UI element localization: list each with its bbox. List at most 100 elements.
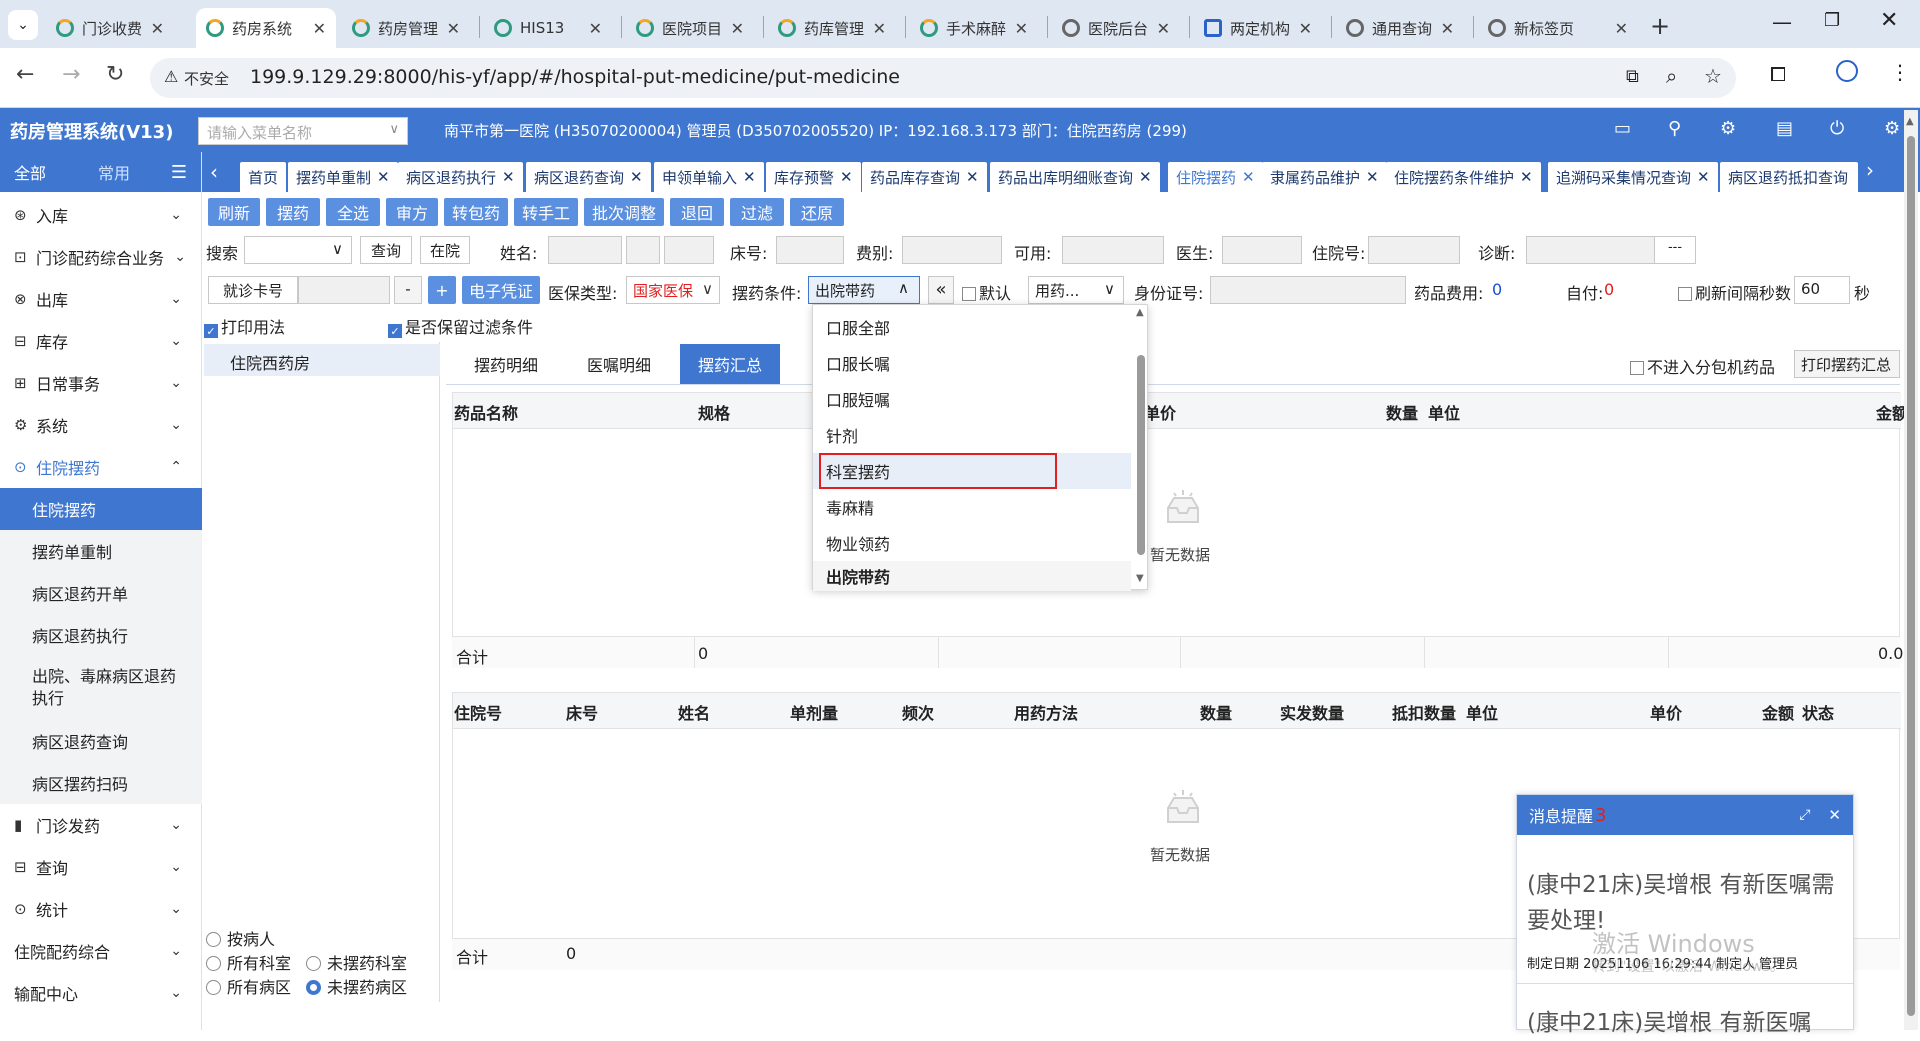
close-icon[interactable]: ✕	[313, 19, 326, 38]
review-button[interactable]: 审方	[386, 198, 438, 226]
page-tab[interactable]: 病区退药执行 ✕	[398, 162, 523, 192]
sidebar-item-system[interactable]: ⚙ 系统 ⌄	[0, 404, 202, 446]
checkbox-icon[interactable]	[1678, 287, 1692, 301]
close-icon[interactable]: ✕	[1015, 19, 1028, 38]
diagnosis-field[interactable]	[1526, 236, 1656, 264]
filter-button[interactable]: 过滤	[730, 198, 784, 226]
dropdown-scrollbar[interactable]: ▲ ▼	[1135, 305, 1148, 589]
close-icon[interactable]: ✕	[1299, 19, 1312, 38]
close-icon[interactable]: ✕	[1520, 168, 1533, 186]
sidebar-subitem[interactable]: 病区退药开单	[0, 572, 202, 614]
page-tab[interactable]: 病区退药查询 ✕	[526, 162, 651, 192]
card-number-field[interactable]	[298, 276, 390, 304]
close-icon[interactable]: ✕	[1366, 168, 1379, 186]
sidebar-item-outpatient[interactable]: ⊡ 门诊配药综合业务 ⌄	[0, 236, 202, 278]
gear-icon[interactable]: ⚙	[1720, 118, 1736, 139]
page-tab[interactable]: 药品出库明细账查询 ✕	[990, 162, 1160, 192]
name-field[interactable]	[548, 236, 622, 264]
close-icon[interactable]: ✕	[731, 19, 744, 38]
sidebar-subitem[interactable]: 病区退药查询	[0, 720, 202, 762]
refresh-interval-field[interactable]: 60	[1794, 276, 1850, 304]
in-hospital-button[interactable]: 在院	[420, 236, 470, 264]
undispensed-ward-radio[interactable]: 未摆药病区	[306, 974, 407, 998]
menu-search-input[interactable]: 请输入菜单名称 ∨	[198, 117, 408, 145]
sidebar-item-daily[interactable]: ⊞ 日常事务 ⌄	[0, 362, 202, 404]
power-icon[interactable]: ⏻	[1830, 118, 1844, 139]
select-all-button[interactable]: 全选	[326, 198, 380, 226]
doctor-field[interactable]	[1222, 236, 1302, 264]
sidebar-item-outbound[interactable]: ⊗ 出库 ⌄	[0, 278, 202, 320]
window-close-button[interactable]: ✕	[1880, 8, 1898, 33]
dropdown-option-selected[interactable]: 出院带药	[813, 561, 1131, 591]
more-menu-icon[interactable]: ⋮	[1890, 60, 1910, 84]
sidebar-item-outpatient-dispense[interactable]: ▮ 门诊发药 ⌄	[0, 804, 202, 846]
tab-dispense-summary[interactable]: 摆药汇总	[680, 344, 780, 384]
all-dept-radio[interactable]: 所有科室	[206, 950, 291, 974]
monitor-icon[interactable]: ▭	[1614, 118, 1631, 139]
page-tab[interactable]: 摆药单重制 ✕	[288, 162, 398, 192]
usage-select[interactable]: 用药... ∨	[1028, 276, 1124, 304]
chevron-right-icon[interactable]: ›	[1866, 158, 1874, 182]
not-pack-checkbox[interactable]: 不进入分包机药品	[1630, 354, 1775, 378]
sidebar-tab-all[interactable]: 全部	[14, 160, 46, 184]
expand-icon[interactable]: ⤢	[1799, 807, 1810, 823]
page-tab[interactable]: 住院摆药条件维护 ✕	[1386, 162, 1541, 192]
fee-type-field[interactable]	[902, 236, 1002, 264]
checkbox-icon[interactable]	[1630, 361, 1644, 375]
dropdown-option[interactable]: 毒麻精	[813, 489, 1131, 525]
dispense-condition-select[interactable]: 出院带药 ∧	[808, 276, 920, 304]
warning-icon[interactable]: ⚠	[164, 67, 178, 86]
search-select[interactable]: ∨	[244, 236, 352, 264]
sidebar-item-stats[interactable]: ⊙ 统计 ⌄	[0, 888, 202, 930]
url-field[interactable]: ⚠ 不安全 199.9.129.29:8000/his-yf/app/#/hos…	[150, 58, 1736, 98]
default-checkbox[interactable]: 默认	[962, 280, 1011, 304]
close-icon[interactable]: ✕	[589, 19, 602, 38]
close-icon[interactable]: ✕	[1139, 168, 1152, 186]
collapse-button[interactable]: «	[928, 276, 954, 304]
close-icon[interactable]: ✕	[966, 168, 979, 186]
extensions-icon[interactable]: ⧠	[1770, 62, 1786, 86]
sidebar-subitem[interactable]: 病区退药执行	[0, 614, 202, 656]
pharmacy-item[interactable]: 住院西药房	[204, 344, 440, 376]
page-tab[interactable]: 病区退药抵扣查询	[1720, 162, 1858, 192]
checkbox-icon[interactable]	[962, 287, 976, 301]
zoom-icon[interactable]: ⌕	[1666, 64, 1677, 88]
scroll-thumb[interactable]	[1137, 355, 1145, 555]
restore-button[interactable]: ❐	[1824, 10, 1840, 31]
scroll-up-arrow-icon[interactable]: ▲	[1906, 116, 1914, 127]
back-arrow-icon[interactable]: ←	[16, 62, 34, 87]
sidebar-subitem[interactable]: 出院、毒麻病区退药执行	[0, 656, 202, 720]
radio-icon[interactable]	[206, 980, 221, 995]
close-icon[interactable]: ✕	[447, 19, 460, 38]
security-label[interactable]: 不安全	[184, 68, 229, 89]
close-icon[interactable]: ✕	[873, 19, 886, 38]
card-type-button[interactable]: 就诊卡号	[208, 276, 298, 304]
name-field-2[interactable]	[626, 236, 660, 264]
close-icon[interactable]: ✕	[1157, 19, 1170, 38]
restore-filter-button[interactable]: 还原	[790, 198, 844, 226]
pin-icon[interactable]: ⚲	[1668, 118, 1681, 139]
radio-icon[interactable]	[306, 956, 321, 971]
print-usage-checkbox[interactable]: ✓ 打印用法	[204, 314, 285, 338]
e-certificate-button[interactable]: 电子凭证	[462, 276, 540, 304]
all-ward-radio[interactable]: 所有病区	[206, 974, 291, 998]
print-summary-button[interactable]: 打印摆药汇总	[1794, 350, 1900, 378]
bed-field[interactable]	[776, 236, 844, 264]
checkbox-checked-icon[interactable]: ✓	[204, 324, 218, 338]
close-icon[interactable]: ✕	[377, 168, 390, 186]
insurance-select[interactable]: 国家医保 ∨	[626, 276, 720, 304]
checkbox-checked-icon[interactable]: ✓	[388, 324, 402, 338]
close-icon[interactable]: ✕	[743, 168, 756, 186]
page-tab[interactable]: 申领单输入 ✕	[654, 162, 764, 192]
translate-icon[interactable]: ⧉	[1626, 66, 1639, 87]
dropdown-option[interactable]: 口服长嘱	[813, 345, 1131, 381]
inpatient-no-field[interactable]	[1368, 236, 1460, 264]
dispense-button[interactable]: 摆药	[266, 198, 320, 226]
to-manual-button[interactable]: 转手工	[514, 198, 578, 226]
dropdown-option[interactable]: 针剂	[813, 417, 1131, 453]
scroll-thumb[interactable]	[1907, 136, 1915, 1016]
sidebar-item-inpatient-dispense[interactable]: ⊙ 住院摆药 ⌃	[0, 446, 202, 488]
close-icon[interactable]: ✕	[1697, 168, 1710, 186]
browser-tab[interactable]: 两定机构 ✕	[1194, 8, 1322, 48]
page-scrollbar[interactable]: ▲	[1904, 110, 1918, 1030]
